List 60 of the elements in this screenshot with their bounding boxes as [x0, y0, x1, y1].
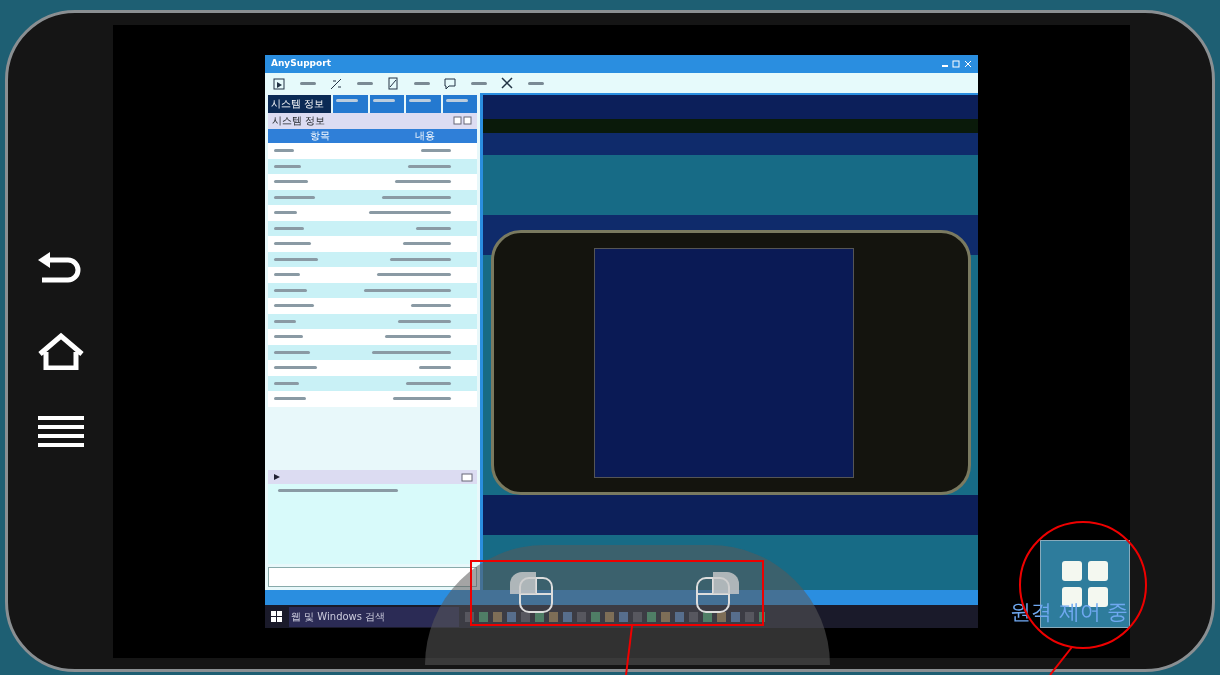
copy-icon[interactable] — [453, 116, 473, 125]
illegible-text-bar — [274, 381, 299, 385]
chat-input-field[interactable] — [268, 567, 477, 587]
illegible-text-bar — [411, 304, 451, 308]
column-heading: 내용 — [413, 131, 436, 141]
illegible-text-bar — [274, 350, 310, 354]
illegible-text-bar — [274, 304, 314, 308]
illegible-text-bar — [393, 397, 451, 401]
illegible-text-bar — [395, 180, 451, 184]
illegible-text-bar — [385, 335, 451, 339]
illegible-text-bar — [300, 81, 316, 85]
illegible-text-bar — [274, 397, 306, 401]
illegible-text-bar — [372, 99, 395, 102]
illegible-text-bar — [274, 211, 297, 215]
panel-title: 시스템 정보 — [272, 116, 326, 126]
crossed-tools-icon[interactable] — [501, 76, 514, 90]
speech-bubble-icon[interactable] — [444, 76, 457, 90]
search-field[interactable]: 웹 및 Windows 검색 — [289, 606, 459, 627]
illegible-text-bar — [274, 242, 311, 246]
illegible-text-bar — [274, 288, 307, 292]
illegible-text-bar — [416, 226, 451, 230]
capture-icon[interactable] — [273, 76, 286, 90]
window-title: AnySupport — [271, 57, 331, 71]
illegible-text-bar — [403, 242, 451, 246]
illegible-text-bar — [421, 149, 451, 153]
windows-start-icon[interactable] — [271, 610, 283, 623]
illegible-text-bar — [357, 81, 373, 85]
pencil-icon[interactable] — [387, 76, 400, 90]
illegible-text-bar — [409, 99, 431, 102]
tab[interactable] — [333, 95, 368, 113]
illegible-text-bar — [419, 366, 451, 370]
tab[interactable]: 시스템 정보 — [268, 95, 331, 113]
illegible-text-bar — [414, 81, 430, 85]
window-controls-icon[interactable] — [942, 60, 972, 68]
illegible-text-bar — [390, 257, 451, 261]
illegible-text-bar — [471, 81, 487, 85]
message-icon[interactable] — [461, 472, 473, 482]
illegible-text-bar — [406, 381, 451, 385]
illegible-text-bar — [274, 257, 318, 261]
illegible-text-bar — [274, 195, 315, 199]
illegible-text-bar — [445, 99, 468, 102]
illegible-text-bar — [408, 164, 451, 168]
column-heading: 항목 — [309, 131, 332, 141]
illegible-text-bar — [528, 81, 544, 85]
illegible-text-bar — [398, 319, 451, 323]
illegible-text-bar — [274, 366, 317, 370]
illegible-text-bar — [274, 164, 301, 168]
illegible-text-bar — [274, 226, 304, 230]
illegible-text-bar — [274, 180, 308, 184]
illegible-text-bar — [274, 335, 303, 339]
illegible-text-bar — [336, 99, 358, 102]
illegible-text-bar — [274, 319, 296, 323]
play-icon[interactable] — [272, 473, 282, 481]
tab[interactable] — [369, 95, 404, 113]
illegible-text-bar — [274, 149, 294, 153]
pen-icon[interactable] — [330, 76, 343, 90]
illegible-text-bar — [274, 273, 300, 277]
illegible-text-bar — [382, 195, 451, 199]
tab[interactable] — [406, 95, 441, 113]
tab[interactable] — [442, 95, 477, 113]
